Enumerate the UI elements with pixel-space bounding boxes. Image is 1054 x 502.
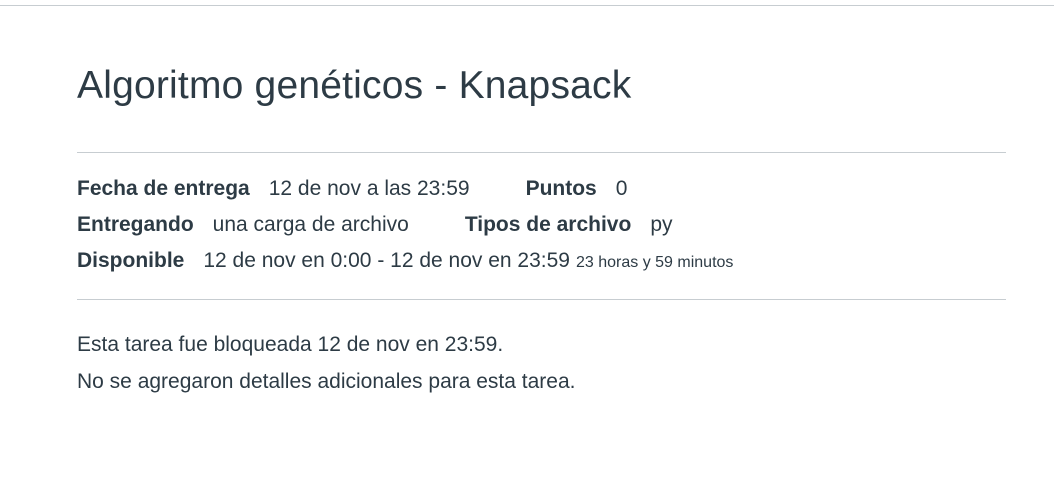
no-details-message: No se agregaron detalles adicionales par… xyxy=(77,370,576,393)
due-date-value: 12 de nov a las 23:59 xyxy=(268,177,470,200)
submitting-value: una carga de archivo xyxy=(212,213,409,236)
points-label: Puntos xyxy=(525,177,597,200)
locked-message: Esta tarea fue bloqueada 12 de nov en 23… xyxy=(77,333,504,356)
details-row-submitting: Entregando una carga de archivo Tipos de… xyxy=(77,207,1006,243)
assignment-content: Algoritmo genéticos - Knapsack Fecha de … xyxy=(77,60,1006,400)
details-row-due: Fecha de entrega 12 de nov a las 23:59 P… xyxy=(77,171,1006,207)
file-types-value: py xyxy=(650,213,673,236)
points-value: 0 xyxy=(615,177,628,200)
available-label: Disponible xyxy=(77,249,185,272)
assignment-description: Esta tarea fue bloqueada 12 de nov en 23… xyxy=(77,300,1006,400)
details-row-available: Disponible 12 de nov en 0:00 - 12 de nov… xyxy=(77,243,1006,281)
due-date-label: Fecha de entrega xyxy=(77,177,250,200)
page-title: Algoritmo genéticos - Knapsack xyxy=(77,64,632,107)
file-types-label: Tipos de archivo xyxy=(464,213,632,236)
assignment-details: Fecha de entrega 12 de nov a las 23:59 P… xyxy=(77,153,1006,299)
top-border xyxy=(0,5,1054,6)
available-value: 12 de nov en 0:00 - 12 de nov en 23:59 xyxy=(203,249,570,272)
submitting-label: Entregando xyxy=(77,213,194,236)
available-duration: 23 horas y 59 minutos xyxy=(575,254,734,271)
